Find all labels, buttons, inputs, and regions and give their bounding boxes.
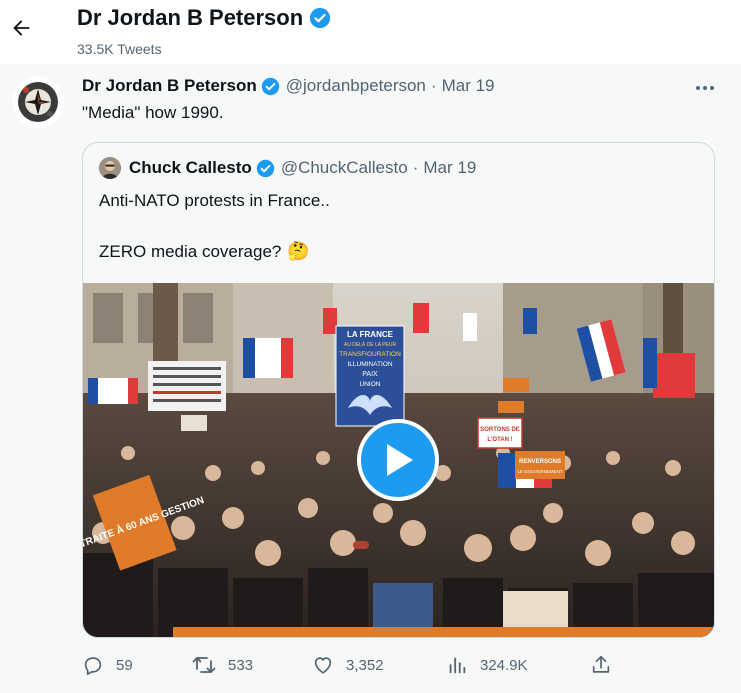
retweet-icon <box>192 654 216 676</box>
dot-separator: · <box>430 76 437 95</box>
share-icon <box>590 654 612 676</box>
back-arrow-icon[interactable] <box>6 13 36 43</box>
thinking-face-emoji: 🤔 <box>287 241 310 261</box>
tweet-date[interactable]: Mar 19 <box>442 76 495 96</box>
views-button[interactable]: 324.9K <box>446 650 528 680</box>
sortons-sign-line-2: L'OTAN ! <box>487 437 512 443</box>
reply-count: 59 <box>116 656 133 674</box>
play-button[interactable] <box>357 419 439 501</box>
quoted-text-line-1: Anti-NATO protests in France.. <box>99 191 330 210</box>
author-handle[interactable]: @jordanbpeterson <box>286 76 426 96</box>
sortons-sign-line-1: SORTONS DE <box>480 427 520 433</box>
like-button[interactable]: 3,352 <box>312 650 384 680</box>
quoted-avatar[interactable] <box>99 157 121 179</box>
sign-line-6: UNION <box>360 381 381 388</box>
like-count: 3,352 <box>346 656 384 674</box>
quoted-tweet-date[interactable]: Mar 19 <box>423 158 476 178</box>
profile-header: Dr Jordan B Peterson 33.5K Tweets <box>0 0 741 64</box>
quoted-question: ZERO media coverage? <box>99 241 282 261</box>
reply-button[interactable]: 59 <box>82 650 133 680</box>
play-icon <box>387 444 413 476</box>
avatar[interactable] <box>12 76 64 128</box>
quoted-text-line-2: ZERO media coverage? 🤔 <box>99 241 310 262</box>
tweet-actions: 59 533 3,352 324.9K <box>82 650 722 680</box>
heart-icon <box>312 654 334 676</box>
renversons-sign-line-2: LE GOUVERNEMENT <box>517 469 563 474</box>
retweet-button[interactable]: 533 <box>192 650 253 680</box>
quoted-author-handle[interactable]: @ChuckCallesto <box>281 158 408 178</box>
sign-line-4: ILLUMINATION <box>347 361 392 368</box>
sign-line-2: AU DELÀ DE LA PEUR <box>344 341 397 348</box>
sign-line-5: PAIX <box>362 371 378 378</box>
reply-icon <box>82 654 104 676</box>
quoted-tweet[interactable]: Chuck Callesto @ChuckCallesto · Mar 19 A… <box>82 142 715 638</box>
tweet-header: Dr Jordan B Peterson @jordanbpeterson · … <box>82 76 495 96</box>
renversons-sign-line-1: RENVERSONS <box>519 459 561 465</box>
views-count: 324.9K <box>480 656 528 674</box>
more-options-icon[interactable] <box>692 78 718 98</box>
verified-badge-icon <box>309 7 331 29</box>
sign-line-3: TRANSFIGURATION <box>339 351 401 358</box>
dot-separator: · <box>412 158 419 177</box>
quoted-author-name[interactable]: Chuck Callesto <box>129 158 252 178</box>
video-thumbnail[interactable]: RETRAITE À 60 ANS GESTION LA FRANCE AU D… <box>83 283 714 637</box>
profile-name: Dr Jordan B Peterson <box>77 5 304 30</box>
share-button[interactable] <box>590 650 612 680</box>
author-name[interactable]: Dr Jordan B Peterson <box>82 76 257 96</box>
verified-badge-icon <box>256 159 275 178</box>
tweet-text: "Media" how 1990. <box>82 103 224 122</box>
views-chart-icon <box>446 654 468 676</box>
retweet-count: 533 <box>228 656 254 674</box>
tweet-count: 33.5K Tweets <box>77 41 162 57</box>
quoted-tweet-header: Chuck Callesto @ChuckCallesto · Mar 19 <box>99 157 476 179</box>
verified-badge-icon <box>261 77 280 96</box>
profile-title: Dr Jordan B Peterson <box>77 5 331 31</box>
sign-line-1: LA FRANCE <box>347 330 394 339</box>
